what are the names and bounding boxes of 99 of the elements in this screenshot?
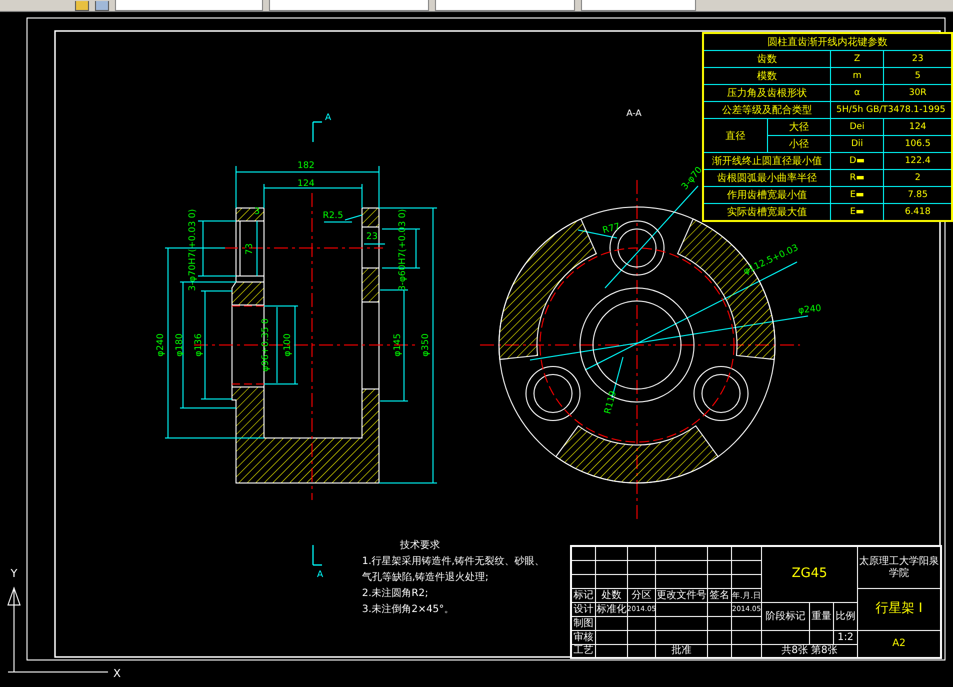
dimension-label: 23 <box>366 232 378 242</box>
dimension-label: φ240 <box>156 333 166 357</box>
title-block-cell <box>708 575 732 589</box>
title-block-cell: 标准化 <box>596 603 628 617</box>
title-block-cell <box>708 631 732 645</box>
section-arrow-drawing <box>312 121 323 143</box>
dimension-label: 3 <box>254 207 260 217</box>
title-block-cell <box>732 561 762 575</box>
plotstyle-dropdown[interactable] <box>581 0 696 11</box>
title-block-cell: 分区 <box>628 589 656 603</box>
title-block-cell: 设计 <box>572 603 596 617</box>
title-block-cell <box>596 617 628 631</box>
layer-icon[interactable] <box>75 1 89 11</box>
title-block-cell: 行星架 I <box>858 589 942 631</box>
table-cell: 压力角及齿根形状 <box>703 84 830 102</box>
table-cell: m <box>830 68 884 84</box>
title-block-cell <box>732 617 762 631</box>
dimension-label: 3-φ60H7(+0.03 0) <box>398 208 408 292</box>
title-block-cell: 重量 <box>810 603 834 631</box>
title-block-cell: 1:2 <box>834 631 858 645</box>
table-cell: 作用齿槽宽最小值 <box>703 186 830 204</box>
title-block-cell: 标记 <box>572 589 596 603</box>
section-mark: A <box>325 113 332 123</box>
title-block-cell <box>628 575 656 589</box>
section-title: A-A <box>626 109 642 119</box>
title-block-cell <box>596 575 628 589</box>
table-cell: Dii <box>830 136 884 152</box>
dimension-label: R77 <box>602 222 622 236</box>
title-block-cell: 处数 <box>596 589 628 603</box>
dimension-label: 182 <box>297 161 315 171</box>
title-block-cell <box>708 561 732 575</box>
title-block-cell: 年.月.日 <box>732 589 762 603</box>
table-cell: R▬ <box>830 170 884 186</box>
table-cell: 直径 <box>703 118 768 152</box>
dimension-label: φ350 <box>421 333 431 357</box>
title-block-cell <box>656 603 708 617</box>
dimension-label: φ96+0.35 0 <box>261 318 271 372</box>
lineweight-dropdown[interactable] <box>435 0 575 11</box>
title-block-cell: ZG45 <box>762 547 858 603</box>
dimension-label: φ100 <box>283 333 293 357</box>
notes-title: 技术要求 <box>399 538 441 552</box>
notes-line: 2.未注圆角R2; <box>362 586 430 600</box>
table-cell: Z <box>830 50 884 68</box>
dimension-label: φ136 <box>194 333 204 357</box>
title-block-cell: 太原理工大学阳泉学院 <box>858 547 942 589</box>
table-cell: E▬ <box>830 186 884 204</box>
notes-line: 3.未注倒角2×45°。 <box>362 602 456 616</box>
ucs-axis-label: X <box>113 667 121 680</box>
dimension-label: R119 <box>603 390 619 416</box>
dimension-label: φ145 <box>393 333 403 357</box>
title-block-cell <box>628 631 656 645</box>
title-block-cell <box>628 617 656 631</box>
title-block-cell <box>708 617 732 631</box>
title-block-cell: 工艺 <box>572 645 596 659</box>
dimension-label: 3-φ70H7(+0.03 0) <box>188 208 198 292</box>
table-cell: 齿根圆弧最小曲率半径 <box>703 170 830 186</box>
dimension-label: φ240 <box>798 304 822 316</box>
table-cell: 模数 <box>703 68 830 84</box>
title-block-cell <box>628 561 656 575</box>
ucs-axis-label: Y <box>10 567 18 580</box>
title-block-cell: A2 <box>858 631 942 659</box>
table-cell: α <box>830 84 884 102</box>
dimension-label: 73 <box>245 243 255 255</box>
section-arrow-drawing <box>312 544 323 566</box>
title-block-cell: 比例 <box>834 603 858 631</box>
title-block-cell <box>656 561 708 575</box>
table-cell: Dei <box>830 118 884 136</box>
title-block-cell <box>656 631 708 645</box>
title-block-cell <box>810 631 834 645</box>
section-mark: A <box>317 570 324 580</box>
linetype-dropdown[interactable] <box>269 0 429 11</box>
title-block-cell <box>732 631 762 645</box>
table-cell: 齿数 <box>703 50 830 68</box>
title-block-cell: 更改文件号 <box>656 589 708 603</box>
table-cell: D▬ <box>830 152 884 170</box>
title-block-cell <box>762 631 810 645</box>
title-block-cell: 制图 <box>572 617 596 631</box>
title-block-cell <box>596 631 628 645</box>
title-block-cell: 阶段标记 <box>762 603 810 631</box>
title-block-cell <box>708 603 732 617</box>
title-block-cell: 批准 <box>656 645 708 659</box>
notes-line: 1.行星架采用铸造件,铸件无裂纹、砂眼、 <box>362 554 545 568</box>
ucs-axes-icon <box>8 586 108 672</box>
title-block-cell: 签名 <box>708 589 732 603</box>
table-cell: 小径 <box>768 136 830 152</box>
title-block-cell <box>732 575 762 589</box>
notes-line: 气孔等缺陷,铸造件退火处理; <box>362 570 490 584</box>
dimension-label: R2.5 <box>322 211 344 221</box>
table-cell: 大径 <box>768 118 830 136</box>
title-block-cell <box>596 561 628 575</box>
title-block-cell: 审核 <box>572 631 596 645</box>
title-block-cell <box>656 617 708 631</box>
title-block-cell <box>656 575 708 589</box>
dimension-label: φ180 <box>175 333 185 357</box>
table-cell: 渐开线终止圆直径最小值 <box>703 152 830 170</box>
table-cell: 公差等级及配合类型 <box>703 102 830 118</box>
color-dropdown[interactable] <box>115 0 263 11</box>
title-block-cell: 共8张 第8张 <box>762 645 858 659</box>
dimension-label: 124 <box>297 179 315 189</box>
